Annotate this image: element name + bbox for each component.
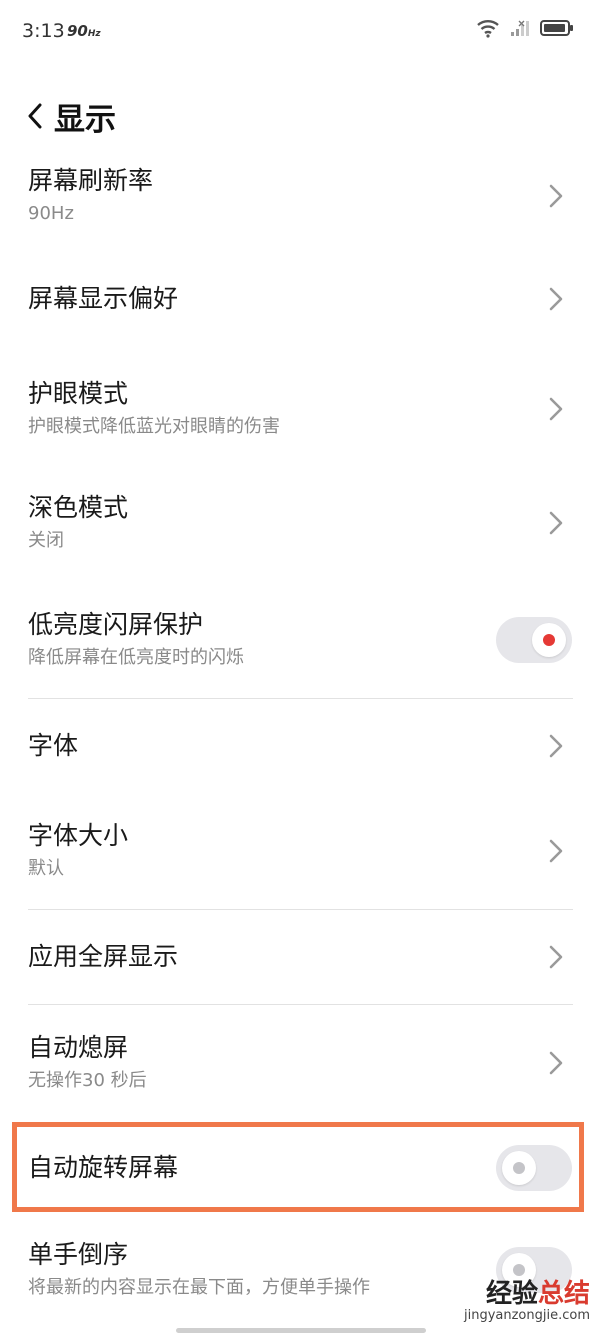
settings-list: 屏幕刷新率 90Hz 屏幕显示偏好 护眼模式 护眼模式降低蓝光对眼睛的伤害 深色…	[0, 148, 600, 1325]
watermark-text-a: 经验	[485, 1279, 538, 1309]
setting-eye-protection[interactable]: 护眼模式 护眼模式降低蓝光对眼睛的伤害	[0, 354, 600, 464]
cellular-signal-icon	[510, 19, 530, 41]
setting-display-preference[interactable]: 屏幕显示偏好	[0, 244, 600, 354]
status-icons	[476, 18, 574, 42]
setting-subtitle: 将最新的内容显示在最下面，方便单手操作	[28, 1277, 370, 1298]
setting-subtitle: 90Hz	[28, 203, 74, 224]
setting-title: 应用全屏显示	[28, 942, 179, 971]
chevron-right-icon	[546, 837, 566, 865]
chevron-right-icon	[546, 943, 566, 971]
chevron-left-icon	[27, 103, 43, 133]
setting-title: 低亮度闪屏保护	[28, 610, 204, 639]
setting-refresh-rate[interactable]: 屏幕刷新率 90Hz	[0, 148, 600, 244]
toggle-knob	[502, 1151, 536, 1185]
refresh-rate-value: 90	[67, 22, 88, 40]
setting-subtitle: 默认	[28, 858, 64, 879]
page-title: 显示	[54, 102, 116, 138]
back-button[interactable]	[22, 98, 48, 138]
auto-rotate-toggle[interactable]	[496, 1145, 572, 1191]
watermark: 经验总结 jingyanzongjie.com	[464, 1273, 590, 1323]
watermark-text: 经验总结	[464, 1273, 590, 1310]
toggle-off-dot	[513, 1162, 525, 1174]
setting-title: 字体大小	[28, 821, 129, 850]
setting-font[interactable]: 字体	[0, 699, 600, 793]
low-brightness-flicker-toggle[interactable]	[496, 617, 572, 663]
chevron-right-icon	[546, 182, 566, 210]
setting-title: 字体	[28, 731, 79, 760]
setting-dark-mode[interactable]: 深色模式 关闭	[0, 464, 600, 582]
setting-app-fullscreen[interactable]: 应用全屏显示	[0, 910, 600, 1004]
setting-font-size[interactable]: 字体大小 默认	[0, 793, 600, 909]
chevron-right-icon	[546, 1049, 566, 1077]
status-time: 3:13	[22, 20, 65, 42]
chevron-right-icon	[546, 395, 566, 423]
wifi-icon	[476, 18, 500, 42]
setting-subtitle: 关闭	[28, 530, 64, 551]
setting-title: 自动旋转屏幕	[28, 1153, 179, 1182]
battery-icon	[540, 19, 574, 41]
setting-auto-screen-off[interactable]: 自动熄屏 无操作30 秒后	[0, 1005, 600, 1121]
setting-subtitle: 无操作30 秒后	[28, 1070, 147, 1091]
setting-title: 护眼模式	[28, 379, 129, 408]
setting-title: 自动熄屏	[28, 1033, 129, 1062]
refresh-rate-unit: Hz	[87, 29, 101, 39]
setting-title: 屏幕刷新率	[28, 166, 154, 195]
toggle-knob	[532, 623, 566, 657]
watermark-url: jingyanzongjie.com	[463, 1308, 590, 1323]
setting-title: 单手倒序	[28, 1240, 129, 1269]
setting-low-brightness-flicker: 低亮度闪屏保护 降低屏幕在低亮度时的闪烁	[0, 582, 600, 698]
chevron-right-icon	[546, 509, 566, 537]
status-bar: 3:13 90Hz	[0, 0, 600, 64]
home-indicator[interactable]	[176, 1328, 426, 1333]
setting-title: 屏幕显示偏好	[28, 284, 179, 313]
watermark-text-b: 总结	[537, 1279, 590, 1309]
setting-subtitle: 护眼模式降低蓝光对眼睛的伤害	[28, 416, 280, 437]
setting-title: 深色模式	[28, 493, 129, 522]
chevron-right-icon	[546, 732, 566, 760]
setting-auto-rotate: 自动旋转屏幕	[0, 1121, 600, 1215]
setting-subtitle: 降低屏幕在低亮度时的闪烁	[28, 647, 244, 668]
chevron-right-icon	[546, 285, 566, 313]
toggle-on-dot	[543, 634, 555, 646]
refresh-rate-indicator: 90Hz	[67, 22, 101, 40]
header: 显示	[0, 90, 600, 146]
